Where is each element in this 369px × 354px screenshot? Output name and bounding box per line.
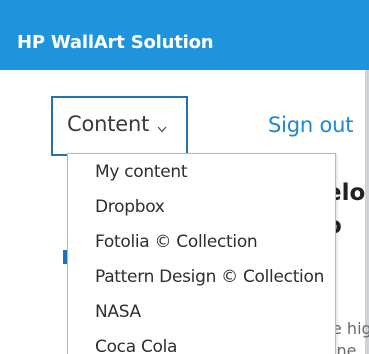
content-menu-label: Content: [67, 112, 150, 136]
chevron-down-icon: [157, 126, 167, 133]
menu-item-dropbox[interactable]: Dropbox: [95, 197, 165, 217]
menu-item-fotolia-collection[interactable]: Fotolia © Collection: [95, 232, 258, 252]
app-title: HP WallArt Solution: [17, 32, 214, 53]
menu-item-pattern-design-collection[interactable]: Pattern Design © Collection: [95, 267, 324, 287]
menu-item-my-content[interactable]: My content: [95, 162, 188, 182]
background-paragraph-line-2: ine: [332, 341, 357, 354]
top-bar: HP WallArt Solution: [0, 0, 369, 70]
page: HP WallArt Solution elo o e hig ine Cont…: [0, 0, 369, 354]
menu-item-nasa[interactable]: NASA: [95, 302, 141, 322]
menu-item-coca-cola[interactable]: Coca Cola: [95, 337, 177, 354]
sign-out-link[interactable]: Sign out: [268, 113, 353, 137]
content-menu-button[interactable]: Content: [51, 96, 188, 156]
scrollbar[interactable]: [365, 70, 369, 354]
content-dropdown-menu: My content Dropbox Fotolia © Collection …: [67, 153, 336, 354]
background-paragraph-line-1: e hig: [332, 319, 369, 338]
background-paragraph: e hig ine: [332, 318, 369, 354]
